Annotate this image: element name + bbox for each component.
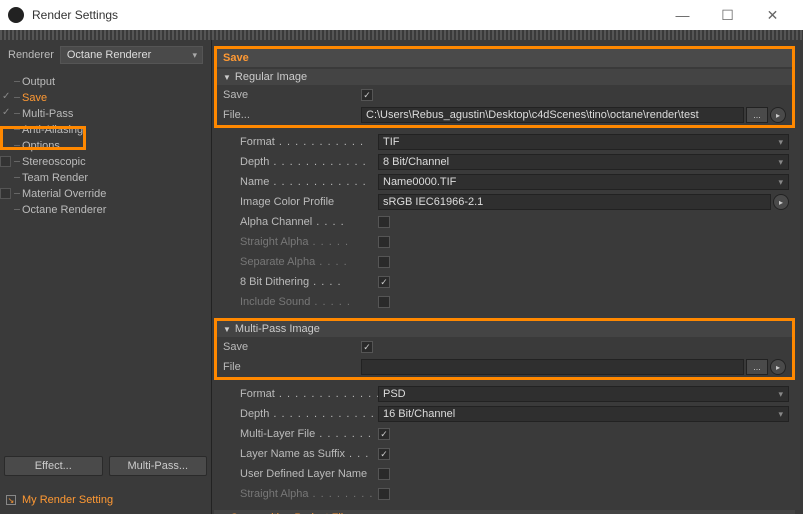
minimize-button[interactable]: — bbox=[660, 0, 705, 30]
app-icon bbox=[8, 7, 24, 23]
reg-alpha-checkbox[interactable] bbox=[378, 216, 390, 228]
checkbox-icon[interactable] bbox=[0, 156, 11, 167]
reg-format-dropdown[interactable]: TIF bbox=[378, 134, 789, 150]
tree-item-multipass[interactable]: Multi-Pass bbox=[0, 106, 211, 122]
reg-name-label: Name . . . . . . . . . . . . bbox=[240, 176, 378, 188]
settings-tree: Output Save Multi-Pass Anti-Aliasing Opt… bbox=[0, 70, 211, 222]
mp-suffix-checkbox[interactable]: ✓ bbox=[378, 448, 390, 460]
multipass-button[interactable]: Multi-Pass... bbox=[109, 456, 208, 476]
drag-handle[interactable] bbox=[0, 30, 803, 40]
mp-depth-dropdown[interactable]: 16 Bit/Channel bbox=[378, 406, 789, 422]
mp-save-label: Save bbox=[223, 341, 361, 353]
reg-sound-checkbox bbox=[378, 296, 390, 308]
mp-file-label: File bbox=[223, 361, 361, 373]
title-bar: Render Settings — ☐ ✕ bbox=[0, 0, 803, 30]
save-header: Save bbox=[217, 49, 792, 67]
reg-dither-label: 8 Bit Dithering . . . . bbox=[240, 276, 378, 288]
reg-alpha-label: Alpha Channel . . . . bbox=[240, 216, 378, 228]
mp-mlf-label: Multi-Layer File . . . . . . . bbox=[240, 428, 378, 440]
mp-arrow-button[interactable]: ▸ bbox=[770, 359, 786, 375]
tree-item-octanerenderer[interactable]: Octane Renderer bbox=[0, 202, 211, 218]
mp-straight-checkbox bbox=[378, 488, 390, 500]
reg-straight-label: Straight Alpha . . . . . bbox=[240, 236, 378, 248]
reg-arrow-button[interactable]: ▸ bbox=[770, 107, 786, 123]
reg-format-label: Format . . . . . . . . . . . bbox=[240, 136, 378, 148]
reg-save-checkbox[interactable]: ✓ bbox=[361, 89, 373, 101]
tree-item-teamrender[interactable]: Team Render bbox=[0, 170, 211, 186]
reg-profile-input[interactable]: sRGB IEC61966-2.1 bbox=[378, 194, 771, 210]
mp-udln-checkbox[interactable] bbox=[378, 468, 390, 480]
effect-button[interactable]: Effect... bbox=[4, 456, 103, 476]
multipass-image-header[interactable]: ▼Multi-Pass Image bbox=[217, 321, 792, 337]
highlight-regular-annotation: Save ▼Regular Image Save ✓ File... C:\Us… bbox=[214, 46, 795, 128]
reg-dither-checkbox[interactable]: ✓ bbox=[378, 276, 390, 288]
reg-depth-label: Depth . . . . . . . . . . . . bbox=[240, 156, 378, 168]
reg-file-label: File... bbox=[223, 109, 361, 121]
reg-file-input[interactable]: C:\Users\Rebus_agustin\Desktop\c4dScenes… bbox=[361, 107, 744, 123]
renderer-label: Renderer bbox=[8, 49, 54, 61]
compositing-header[interactable]: ▶Compositing Project File bbox=[214, 510, 795, 514]
mp-udln-label: User Defined Layer Name bbox=[240, 468, 378, 480]
checkbox-icon[interactable] bbox=[0, 188, 11, 199]
reg-separate-label: Separate Alpha . . . . bbox=[240, 256, 378, 268]
highlight-multipass-annotation: ▼Multi-Pass Image Save ✓ File ... ▸ bbox=[214, 318, 795, 380]
tree-item-output[interactable]: Output bbox=[0, 74, 211, 90]
maximize-button[interactable]: ☐ bbox=[705, 0, 750, 30]
renderer-dropdown[interactable]: Octane Renderer bbox=[60, 46, 203, 64]
reg-sound-label: Include Sound . . . . . bbox=[240, 296, 378, 308]
mp-browse-button[interactable]: ... bbox=[746, 359, 768, 375]
mp-file-input[interactable] bbox=[361, 359, 744, 375]
mp-straight-label: Straight Alpha . . . . . . . . bbox=[240, 488, 378, 500]
render-setting-name[interactable]: My Render Setting bbox=[22, 494, 113, 506]
expand-icon[interactable]: ↘ bbox=[6, 495, 16, 505]
close-button[interactable]: ✕ bbox=[750, 0, 795, 30]
mp-format-dropdown[interactable]: PSD bbox=[378, 386, 789, 402]
mp-depth-label: Depth . . . . . . . . . . . . . . . bbox=[240, 408, 378, 420]
regular-image-header[interactable]: ▼Regular Image bbox=[217, 69, 792, 85]
reg-separate-checkbox bbox=[378, 256, 390, 268]
reg-browse-button[interactable]: ... bbox=[746, 107, 768, 123]
tree-item-stereoscopic[interactable]: Stereoscopic bbox=[0, 154, 211, 170]
mp-save-checkbox[interactable]: ✓ bbox=[361, 341, 373, 353]
tree-item-materialoverride[interactable]: Material Override bbox=[0, 186, 211, 202]
window-title: Render Settings bbox=[32, 8, 660, 22]
mp-format-label: Format . . . . . . . . . . . . . . bbox=[240, 388, 378, 400]
content-panel: Save ▼Regular Image Save ✓ File... C:\Us… bbox=[212, 40, 803, 514]
disclosure-triangle-icon: ▼ bbox=[223, 73, 231, 82]
tree-item-antialiasing[interactable]: Anti-Aliasing bbox=[0, 122, 211, 138]
reg-depth-dropdown[interactable]: 8 Bit/Channel bbox=[378, 154, 789, 170]
reg-profile-arrow[interactable]: ▸ bbox=[773, 194, 789, 210]
mp-mlf-checkbox[interactable]: ✓ bbox=[378, 428, 390, 440]
tree-item-options[interactable]: Options bbox=[0, 138, 211, 154]
sidebar: Renderer Octane Renderer Output Save Mul… bbox=[0, 40, 212, 514]
tree-item-save[interactable]: Save bbox=[0, 90, 211, 106]
reg-save-label: Save bbox=[223, 89, 361, 101]
disclosure-triangle-icon: ▼ bbox=[223, 325, 231, 334]
reg-straight-checkbox bbox=[378, 236, 390, 248]
reg-name-dropdown[interactable]: Name0000.TIF bbox=[378, 174, 789, 190]
mp-suffix-label: Layer Name as Suffix . . . bbox=[240, 448, 378, 460]
reg-profile-label: Image Color Profile bbox=[240, 196, 378, 208]
